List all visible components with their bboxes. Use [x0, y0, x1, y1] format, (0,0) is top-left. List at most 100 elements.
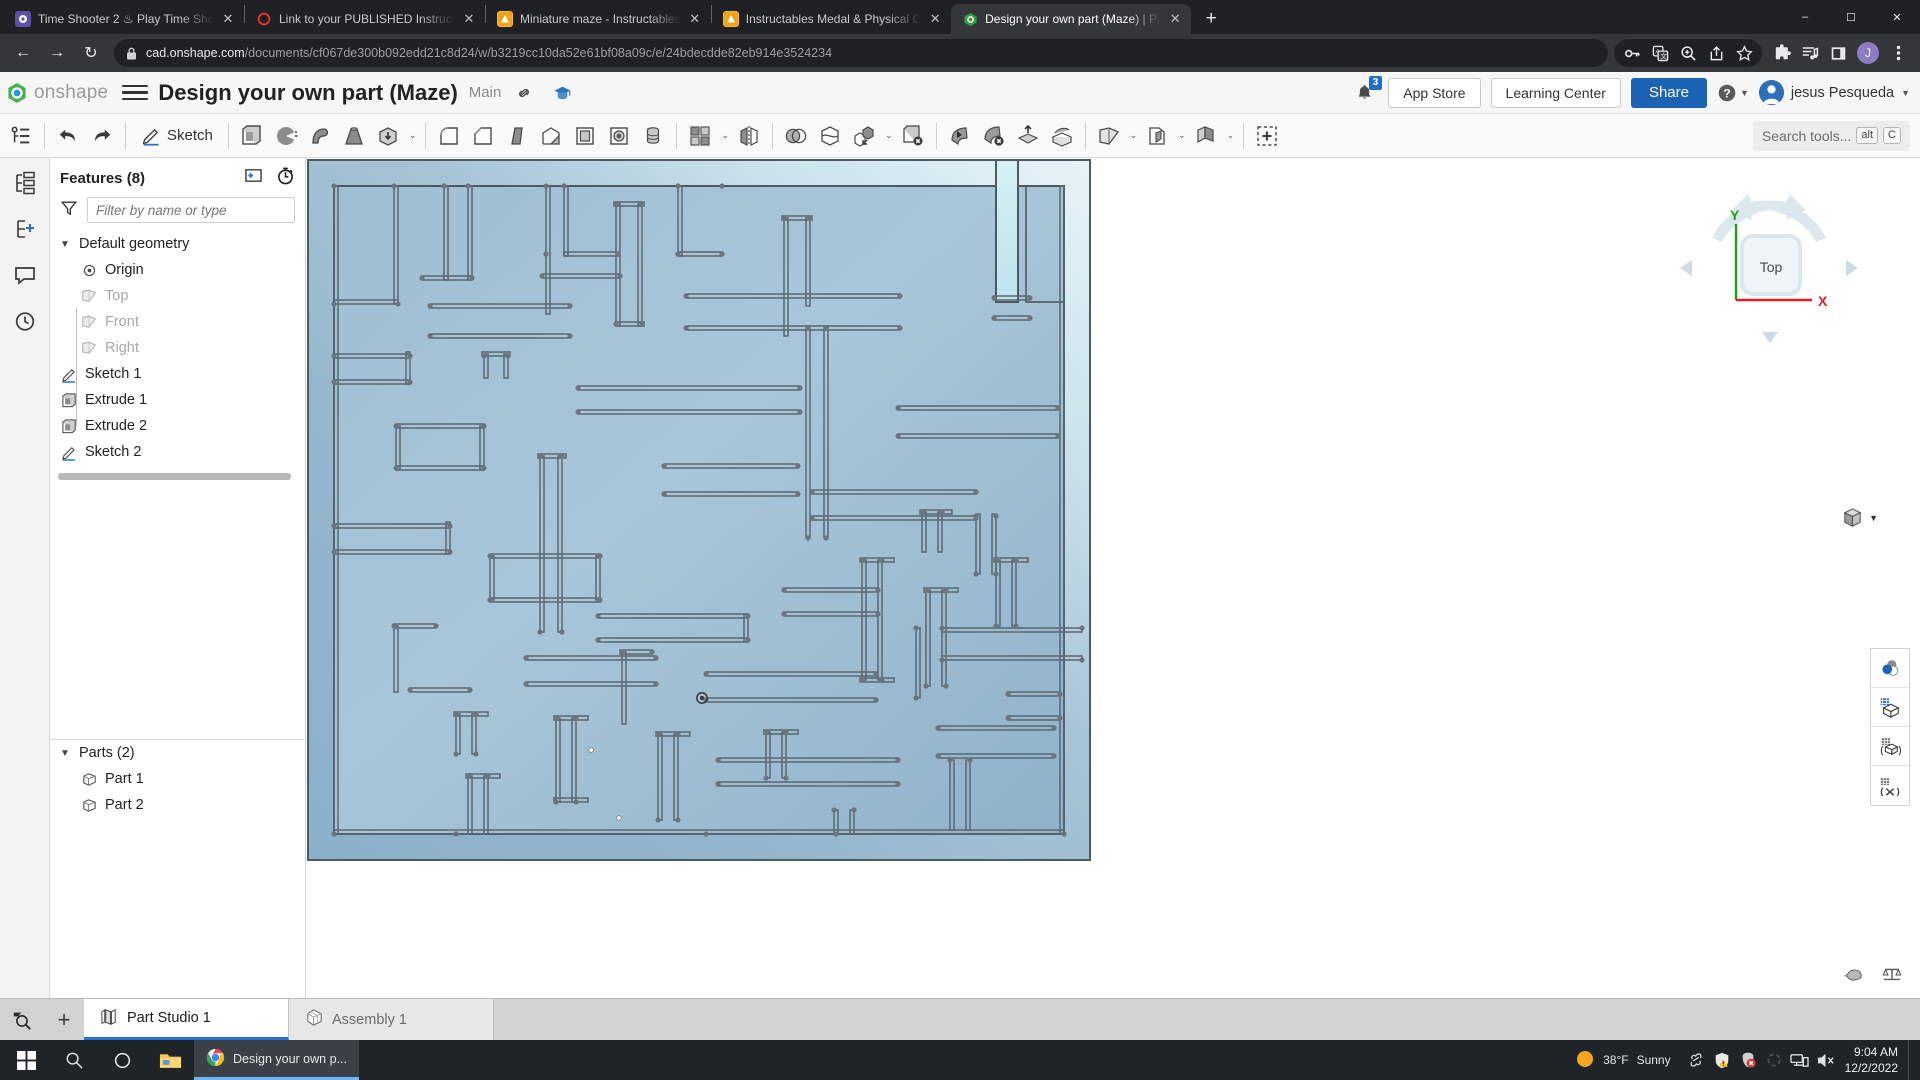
translate-icon[interactable]: A文 — [1646, 39, 1674, 67]
add-tab-button[interactable]: + — [44, 999, 84, 1040]
sweep-icon[interactable] — [303, 118, 337, 154]
view-cube[interactable]: Top Y X — [1674, 180, 1864, 355]
tree-node-right-plane[interactable]: Right — [50, 335, 305, 361]
windows-start-icon[interactable] — [2, 1040, 50, 1080]
enclose-icon[interactable] — [1045, 118, 1079, 154]
taskbar-app-chrome[interactable]: Design your own p... — [194, 1040, 359, 1080]
composite-part-icon[interactable] — [1189, 118, 1223, 154]
close-icon[interactable]: ✕ — [220, 11, 236, 27]
close-icon[interactable]: ✕ — [461, 11, 477, 27]
chamfer-icon[interactable] — [466, 118, 500, 154]
hole-icon[interactable] — [602, 118, 636, 154]
task-view-circle-icon[interactable] — [98, 1040, 146, 1080]
help-menu[interactable]: ? ▼ — [1717, 83, 1749, 103]
parts-header[interactable]: ▼ Parts (2) — [50, 740, 305, 766]
browser-tab-1[interactable]: Link to your PUBLISHED Instructa ✕ — [245, 4, 485, 34]
render-icon[interactable] — [1844, 965, 1864, 988]
filter-input[interactable] — [87, 197, 295, 223]
close-icon[interactable]: ✕ — [927, 11, 943, 27]
three-dot-menu-icon[interactable] — [1884, 39, 1912, 67]
search-tools-input[interactable]: Search tools... alt C — [1752, 120, 1910, 151]
replace-face-icon[interactable] — [1011, 118, 1045, 154]
reading-list-icon[interactable] — [1796, 39, 1824, 67]
tab-assembly-1[interactable]: Assembly 1 — [289, 999, 494, 1040]
delete-part-icon[interactable] — [896, 118, 930, 154]
user-menu[interactable]: jesus Pesqueda ▼ — [1758, 80, 1910, 105]
new-folder-icon[interactable] — [244, 167, 263, 189]
browser-tab-4-active[interactable]: Design your own part (Maze) | Pa ✕ — [951, 4, 1192, 34]
rib-icon[interactable] — [534, 118, 568, 154]
split-icon[interactable] — [813, 118, 847, 154]
volume-mute-icon[interactable] — [1813, 1040, 1839, 1080]
chevron-down-icon[interactable]: ⌄ — [1127, 130, 1141, 141]
loft-icon[interactable] — [337, 118, 371, 154]
notifications-bell[interactable]: 3 — [1350, 75, 1383, 107]
delete-face-icon[interactable] — [977, 118, 1011, 154]
sketch-button[interactable]: Sketch — [132, 118, 222, 154]
weather-widget[interactable]: 38°F Sunny — [1563, 1049, 1683, 1072]
chevron-down-icon[interactable]: ⌄ — [406, 130, 420, 141]
window-maximize-button[interactable]: ☐ — [1828, 0, 1874, 34]
show-desktop-button[interactable] — [1908, 1040, 1914, 1080]
tree-node-default-geometry[interactable]: ▼ Default geometry — [50, 231, 305, 257]
rollback-timer-icon[interactable] — [276, 166, 295, 190]
part-item-2[interactable]: Part 2 — [50, 792, 305, 818]
redo-icon[interactable] — [85, 118, 119, 154]
taskbar-clock[interactable]: 9:04 AM 12/2/2022 — [1839, 1044, 1908, 1076]
branch-label[interactable]: Main — [469, 84, 502, 101]
tree-node-origin[interactable]: Origin — [50, 257, 305, 283]
tab-part-studio-1[interactable]: Part Studio 1 — [84, 999, 289, 1040]
derived-icon[interactable] — [1140, 118, 1174, 154]
boolean-icon[interactable] — [779, 118, 813, 154]
display-state-icon[interactable] — [1871, 649, 1909, 688]
zoom-icon[interactable] — [1674, 39, 1702, 67]
window-close-button[interactable]: ✕ — [1874, 0, 1920, 34]
pattern-icon[interactable] — [683, 118, 717, 154]
taskbar-search-icon[interactable] — [50, 1040, 98, 1080]
draft-icon[interactable] — [500, 118, 534, 154]
transform-icon[interactable] — [847, 118, 881, 154]
close-icon[interactable]: ✕ — [687, 11, 703, 27]
plane-icon[interactable] — [1092, 118, 1126, 154]
chevron-down-icon[interactable]: ▼ — [58, 748, 72, 759]
thread-icon[interactable] — [636, 118, 670, 154]
history-icon[interactable] — [10, 306, 40, 336]
filter-funnel-icon[interactable] — [60, 199, 78, 222]
extensions-puzzle-icon[interactable] — [1768, 39, 1796, 67]
new-tab-button[interactable]: + — [1197, 5, 1225, 33]
share-icon[interactable] — [1702, 39, 1730, 67]
chevron-down-icon[interactable]: ⌄ — [1224, 130, 1238, 141]
onshape-logo[interactable]: onshape — [6, 82, 108, 104]
tree-node-sketch-1[interactable]: Sketch 1 — [50, 361, 305, 387]
feature-tree-icon[interactable] — [10, 168, 40, 198]
thicken-icon[interactable] — [371, 118, 405, 154]
side-panel-icon[interactable] — [1824, 39, 1852, 67]
back-icon[interactable]: ← — [8, 38, 38, 68]
browser-tab-3[interactable]: Instructables Medal & Physical C ✕ — [712, 4, 951, 34]
mass-properties-icon[interactable] — [1882, 965, 1902, 988]
fillet-icon[interactable] — [432, 118, 466, 154]
hamburger-menu-icon[interactable] — [122, 80, 149, 106]
link-icon[interactable] — [509, 78, 539, 108]
tree-node-top-plane[interactable]: Top — [50, 283, 305, 309]
tree-node-extrude-2[interactable]: Extrude 2 — [50, 413, 305, 439]
explode-view-icon[interactable] — [1871, 727, 1909, 766]
cad-viewport[interactable]: Top Y X ▼ — [306, 158, 1920, 998]
onedrive-icon[interactable] — [1683, 1040, 1709, 1080]
section-view-icon[interactable] — [1871, 688, 1909, 727]
reload-icon[interactable]: ↻ — [76, 38, 106, 68]
tree-node-sketch-2[interactable]: Sketch 2 — [50, 439, 305, 465]
feature-list-icon[interactable] — [4, 118, 38, 154]
forward-icon[interactable]: → — [42, 38, 72, 68]
profile-avatar[interactable]: J — [1857, 42, 1879, 64]
bookmark-star-icon[interactable] — [1730, 39, 1758, 67]
undo-icon[interactable] — [51, 118, 85, 154]
mirror-icon[interactable] — [732, 118, 766, 154]
antivirus-alert-icon[interactable] — [1735, 1040, 1761, 1080]
chevron-down-icon[interactable]: ▼ — [58, 239, 72, 250]
tree-node-extrude-1[interactable]: Extrude 1 — [50, 387, 305, 413]
chevron-down-icon[interactable]: ⌄ — [882, 130, 896, 141]
revolve-icon[interactable] — [269, 118, 303, 154]
tree-node-front-plane[interactable]: Front — [50, 309, 305, 335]
graduation-cap-icon[interactable] — [547, 78, 577, 108]
